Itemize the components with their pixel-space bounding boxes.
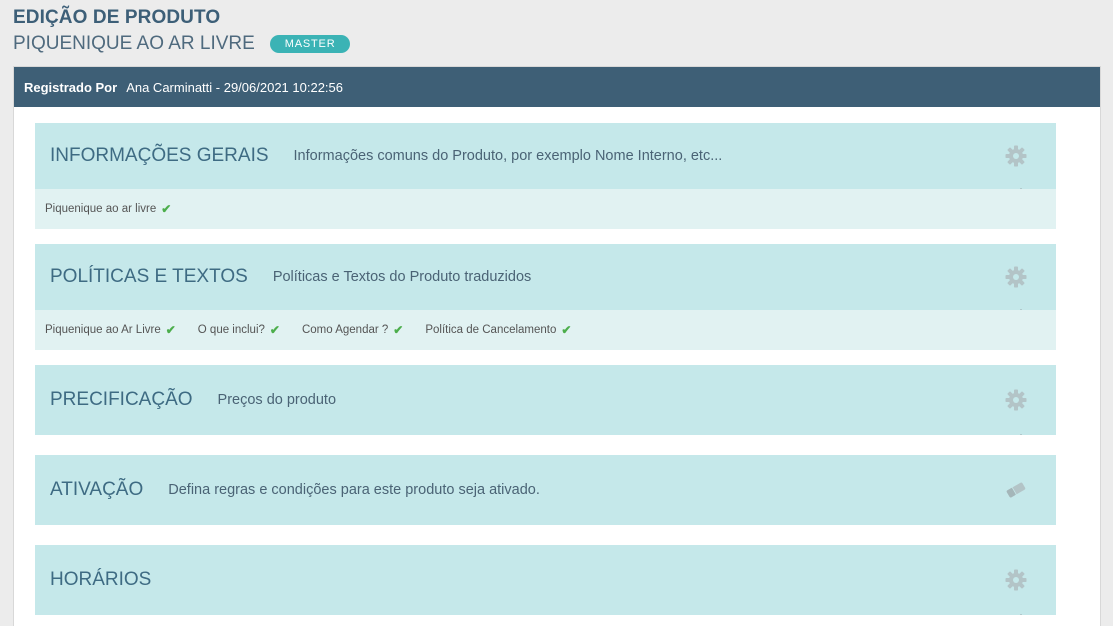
status-item-label: Política de Cancelamento	[425, 324, 557, 336]
divider	[1020, 188, 1022, 189]
page-title: EDIÇÃO DE PRODUTO	[13, 7, 221, 28]
section-title: INFORMAÇÕES GERAIS	[50, 145, 269, 166]
divider	[1020, 309, 1022, 310]
divider	[1020, 434, 1022, 435]
section-description: Políticas e Textos do Produto traduzidos	[272, 269, 532, 285]
registered-value: Ana Carminatti - 29/06/2021 10:22:56	[126, 79, 343, 95]
section-header[interactable]: ATIVAÇÃO Defina regras e condições para …	[35, 455, 1056, 525]
status-item: Piquenique ao ar livre ✔	[45, 202, 171, 216]
section-description: Preços do produto	[217, 392, 337, 408]
status-item: Piquenique ao Ar Livre ✔	[45, 323, 176, 337]
registered-bar: Registrado Por Ana Carminatti - 29/06/20…	[14, 67, 1100, 107]
divider	[1020, 614, 1022, 615]
section-description: Defina regras e condições para este prod…	[168, 482, 540, 498]
section-items: Piquenique ao ar livre ✔	[35, 189, 1056, 229]
section-header[interactable]: INFORMAÇÕES GERAIS Informações comuns do…	[35, 123, 1056, 189]
check-icon: ✔	[269, 323, 280, 337]
status-item-label: O que inclui?	[197, 324, 265, 336]
gear-icon[interactable]	[1004, 265, 1028, 289]
status-item: Como Agendar ? ✔	[302, 323, 403, 337]
section-header[interactable]: POLÍTICAS E TEXTOS Políticas e Textos do…	[35, 244, 1056, 310]
check-icon: ✔	[561, 323, 572, 337]
status-item-label: Como Agendar ?	[301, 324, 389, 336]
check-icon: ✔	[161, 202, 172, 216]
status-item: O que inclui? ✔	[198, 323, 280, 337]
section-title: PRECIFICAÇÃO	[50, 389, 193, 410]
section-title: HORÁRIOS	[50, 569, 152, 590]
section-header[interactable]: PRECIFICAÇÃO Preços do produto	[35, 365, 1056, 435]
status-item-label: Piquenique ao ar livre	[45, 203, 157, 215]
section-items: Piquenique ao Ar Livre ✔ O que inclui? ✔…	[35, 310, 1056, 350]
section-title: POLÍTICAS E TEXTOS	[50, 266, 248, 287]
page-header: EDIÇÃO DE PRODUTO PIQUENIQUE AO AR LIVRE…	[13, 7, 351, 55]
section-informacoes-gerais: INFORMAÇÕES GERAIS Informações comuns do…	[35, 123, 1056, 229]
section-title: ATIVAÇÃO	[50, 479, 144, 500]
check-icon: ✔	[165, 323, 176, 337]
eraser-icon[interactable]	[1004, 478, 1028, 502]
gear-icon[interactable]	[1004, 388, 1028, 412]
status-item-label: Piquenique ao Ar Livre	[45, 324, 161, 336]
section-precificacao: PRECIFICAÇÃO Preços do produto	[35, 365, 1056, 435]
section-ativacao: ATIVAÇÃO Defina regras e condições para …	[35, 455, 1056, 525]
section-description: Informações comuns do Produto, por exemp…	[293, 148, 723, 164]
master-badge: MASTER	[269, 35, 351, 53]
registered-label: Registrado Por	[24, 79, 118, 95]
product-name: PIQUENIQUE AO AR LIVRE	[13, 33, 255, 54]
main-panel: Registrado Por Ana Carminatti - 29/06/20…	[13, 66, 1101, 626]
section-header[interactable]: HORÁRIOS	[35, 545, 1056, 615]
status-item: Política de Cancelamento ✔	[425, 323, 571, 337]
section-horarios: HORÁRIOS	[35, 545, 1056, 615]
gear-icon[interactable]	[1004, 144, 1028, 168]
subtitle-row: PIQUENIQUE AO AR LIVRE MASTER	[13, 33, 351, 55]
section-politicas-textos: POLÍTICAS E TEXTOS Políticas e Textos do…	[35, 244, 1056, 350]
check-icon: ✔	[393, 323, 404, 337]
gear-icon[interactable]	[1004, 568, 1028, 592]
